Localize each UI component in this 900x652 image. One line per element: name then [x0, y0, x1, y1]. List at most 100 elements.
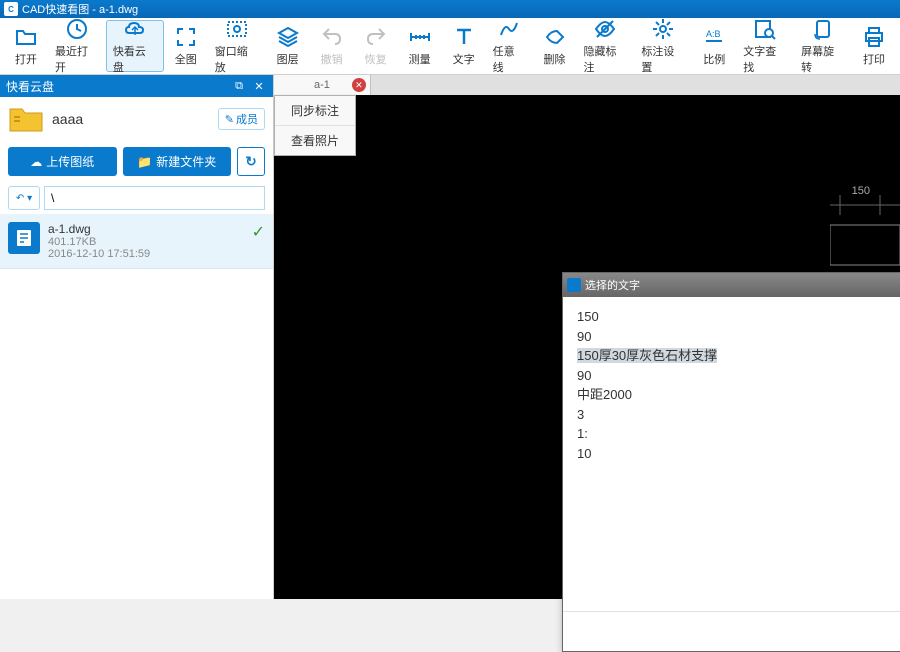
- rotate-icon: [811, 17, 835, 41]
- toolbar-delete-button[interactable]: 删除: [533, 20, 577, 72]
- cloud-sidebar: 快看云盘 ⧉ ✕ aaaa ✎ 成员 ☁ 上传图纸 📁: [0, 75, 274, 599]
- text-line: 中距2000: [577, 385, 900, 405]
- refresh-icon: ↻: [245, 154, 256, 170]
- dialog-titlebar[interactable]: 选择的文字 X: [563, 273, 900, 297]
- toolbar-rotate-button[interactable]: 屏幕旋转: [794, 20, 852, 72]
- text-line: 90: [577, 366, 900, 386]
- toolbar-print-button[interactable]: 打印: [852, 20, 896, 72]
- layers-icon: [276, 25, 300, 49]
- annot-settings-icon: [651, 17, 675, 41]
- path-input[interactable]: [44, 186, 265, 210]
- toolbar-label: 隐藏标注: [584, 43, 628, 75]
- file-size: 401.17KB: [48, 236, 244, 248]
- redo-icon: [364, 25, 388, 49]
- text-line: 10: [577, 444, 900, 464]
- sidebar-popout-icon[interactable]: ⧉: [231, 78, 247, 94]
- toolbar-label: 图层: [277, 51, 299, 67]
- nav-back-button[interactable]: ↶ ▾: [8, 186, 40, 210]
- members-button[interactable]: ✎ 成员: [218, 108, 265, 130]
- window-titlebar: C CAD快速看图 - a-1.dwg: [0, 0, 900, 18]
- toolbar-redo-button[interactable]: 恢复: [354, 20, 398, 72]
- toolbar-label: 文字查找: [743, 43, 787, 75]
- toolbar-label: 窗口缩放: [215, 43, 259, 75]
- toolbar-cloud-button[interactable]: 快看云盘: [106, 20, 164, 72]
- tab-close-icon[interactable]: ✕: [352, 78, 366, 92]
- window-title: CAD快速看图 - a-1.dwg: [22, 1, 138, 17]
- text-search-icon: [753, 17, 777, 41]
- new-folder-icon: 📁: [137, 155, 152, 169]
- toolbar-zoom-window-button[interactable]: 窗口缩放: [208, 20, 266, 72]
- toolbar-label: 测量: [409, 51, 431, 67]
- hide-annot-icon: [593, 17, 617, 41]
- toolbar-layers-button[interactable]: 图层: [266, 20, 310, 72]
- document-tab[interactable]: a-1 ✕: [274, 75, 371, 95]
- text-line: 90: [577, 327, 900, 347]
- drawing-lines: [830, 195, 900, 275]
- toolbar-measure-button[interactable]: 测量: [398, 20, 442, 72]
- toolbar-label: 屏幕旋转: [801, 43, 845, 75]
- text-line: 150: [577, 307, 900, 327]
- sidebar-header-buttons: ⧉ ✕: [231, 78, 267, 94]
- text-line: 3: [577, 405, 900, 425]
- dialog-footer: 复制到剪贴板: [563, 611, 900, 651]
- toolbar-label: 快看云盘: [113, 43, 157, 75]
- dialog-text-content[interactable]: 15090150厚30厚灰色石材支撑90中距200031:10: [563, 297, 900, 611]
- text-icon: [452, 25, 476, 49]
- context-sync-annotation[interactable]: 同步标注: [275, 96, 355, 126]
- toolbar-text-search-button[interactable]: 文字查找: [736, 20, 794, 72]
- toolbar-label: 文字: [453, 51, 475, 67]
- dialog-app-icon: [567, 278, 581, 292]
- toolbar-hide-annot-button[interactable]: 隐藏标注: [577, 20, 635, 72]
- context-view-photo[interactable]: 查看照片: [275, 126, 355, 155]
- toolbar-label: 全图: [175, 51, 197, 67]
- toolbar-label: 删除: [544, 51, 566, 67]
- tab-bar: a-1 ✕: [274, 75, 900, 95]
- tab-label: a-1: [314, 79, 330, 91]
- folder-row: aaaa ✎ 成员: [0, 97, 273, 141]
- file-info: a-1.dwg 401.17KB 2016-12-10 17:51:59: [48, 222, 244, 260]
- svg-text:A:B: A:B: [706, 29, 721, 39]
- text-line: 150厚30厚灰色石材支撑: [577, 346, 900, 366]
- fit-icon: [174, 25, 198, 49]
- scale-icon: A:B: [702, 25, 726, 49]
- toolbar-text-button[interactable]: 文字: [442, 20, 486, 72]
- folder-icon: [8, 103, 44, 135]
- content-area: 快看云盘 ⧉ ✕ aaaa ✎ 成员 ☁ 上传图纸 📁: [0, 75, 900, 599]
- toolbar-scale-button[interactable]: A:B比例: [692, 20, 736, 72]
- sidebar-header: 快看云盘 ⧉ ✕: [0, 75, 273, 97]
- toolbar-label: 打开: [15, 51, 37, 67]
- print-icon: [862, 25, 886, 49]
- new-folder-label: 新建文件夹: [156, 153, 216, 170]
- toolbar-label: 恢复: [365, 51, 387, 67]
- file-name: a-1.dwg: [48, 222, 244, 236]
- open-icon: [14, 25, 38, 49]
- app-icon: C: [4, 2, 18, 16]
- upload-button[interactable]: ☁ 上传图纸: [8, 147, 117, 176]
- file-synced-icon: ✓: [252, 222, 265, 242]
- toolbar-fit-button[interactable]: 全图: [164, 20, 208, 72]
- context-menu: 同步标注 查看照片: [274, 95, 356, 156]
- new-folder-button[interactable]: 📁 新建文件夹: [123, 147, 232, 176]
- toolbar-freeline-button[interactable]: 任意线: [486, 20, 533, 72]
- path-row: ↶ ▾: [0, 182, 273, 214]
- toolbar-label: 打印: [863, 51, 885, 67]
- refresh-button[interactable]: ↻: [237, 147, 265, 176]
- toolbar-undo-button[interactable]: 撤销: [310, 20, 354, 72]
- recent-icon: [65, 17, 89, 41]
- action-row: ☁ 上传图纸 📁 新建文件夹 ↻: [0, 141, 273, 182]
- measure-icon: [408, 25, 432, 49]
- folder-name: aaaa: [52, 111, 210, 127]
- members-label: 成员: [236, 111, 258, 127]
- toolbar-open-button[interactable]: 打开: [4, 20, 48, 72]
- sidebar-close-icon[interactable]: ✕: [251, 78, 267, 94]
- file-item[interactable]: a-1.dwg 401.17KB 2016-12-10 17:51:59 ✓: [0, 214, 273, 269]
- toolbar-label: 标注设置: [641, 43, 685, 75]
- dialog-title-left: 选择的文字: [567, 277, 640, 293]
- toolbar-recent-button[interactable]: 最近打开: [48, 20, 106, 72]
- toolbar-annot-settings-button[interactable]: 标注设置: [634, 20, 692, 72]
- cloud-icon: [123, 17, 147, 41]
- file-date: 2016-12-10 17:51:59: [48, 248, 244, 260]
- dwg-file-icon: [8, 222, 40, 254]
- upload-label: 上传图纸: [46, 153, 94, 170]
- selected-text-dialog: 选择的文字 X 15090150厚30厚灰色石材支撑90中距200031:10 …: [562, 272, 900, 652]
